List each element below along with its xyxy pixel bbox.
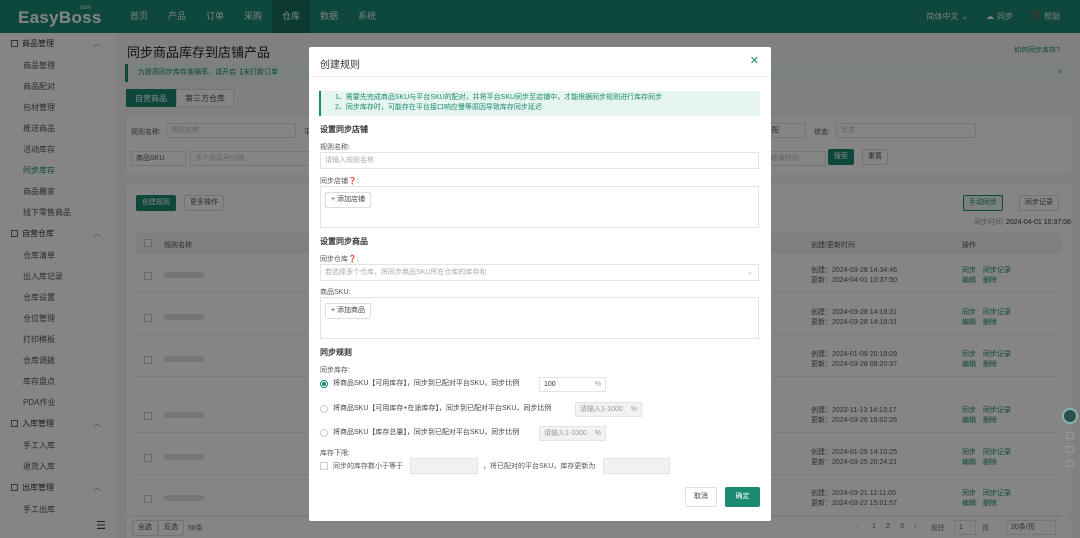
option-text: 将商品SKU【库存总量】，同步到已配对平台SKU，同步比例 — [333, 429, 520, 436]
document-icon[interactable] — [1066, 460, 1074, 467]
feedback-icon[interactable] — [1066, 446, 1074, 453]
notice-line-1: 1、需要先完成商品SKU与平台SKU的配对，并将平台SKU同步至店铺中，才能根据… — [335, 94, 663, 101]
assistant-avatar[interactable] — [1062, 408, 1078, 424]
dialog-notice: 1、需要先完成商品SKU与平台SKU的配对，并将平台SKU同步至店铺中，才能根据… — [319, 91, 760, 116]
warehouse-label: 同步仓库❓: — [320, 256, 359, 263]
close-icon[interactable]: ✕ — [750, 54, 759, 67]
floating-tools — [1061, 408, 1080, 468]
warehouse-select[interactable]: 若选择多个仓库，将同步商品SKU所在仓库的库存和 ⌄ — [320, 264, 759, 281]
radio-unselected[interactable] — [320, 405, 328, 413]
rule-name-input[interactable]: 请输入规则名称 — [320, 152, 759, 169]
ratio-input[interactable]: 请输入1-1000% — [575, 402, 642, 417]
store-area: + 添加店铺 — [320, 186, 759, 228]
ratio-placeholder: 请输入1-1000 — [580, 406, 623, 413]
option-total-stock[interactable]: 将商品SKU【库存总量】，同步到已配对平台SKU，同步比例 请输入1-1000% — [320, 426, 620, 441]
min-stock-label: 库存下限: — [320, 450, 350, 457]
min-stock-checkbox[interactable] — [320, 462, 328, 470]
percent-unit: % — [594, 381, 601, 388]
min-stock-text-b: ，将已配对的平台SKU，库存更新为 — [483, 463, 596, 470]
min-stock-threshold-input[interactable] — [410, 458, 478, 474]
confirm-button[interactable]: 确定 — [725, 487, 760, 507]
add-store-button[interactable]: + 添加店铺 — [325, 192, 372, 208]
sku-area: + 添加商品 — [320, 297, 759, 339]
radio-unselected[interactable] — [320, 429, 328, 437]
option-text: 将商品SKU【可用库存】，同步到已配对平台SKU，同步比例 — [333, 380, 520, 387]
chat-icon[interactable] — [1066, 432, 1074, 439]
stock-label: 同步库存: — [320, 367, 350, 374]
radio-selected[interactable] — [320, 380, 328, 388]
notice-line-2: 2、同步库存时，可能存在平台接口响应慢等原因导致库存同步延迟 — [335, 104, 542, 111]
section-store: 设置同步店铺 — [320, 125, 368, 134]
create-rule-dialog: 创建规则 ✕ 1、需要先完成商品SKU与平台SKU的配对，并将平台SKU同步至店… — [309, 47, 771, 521]
percent-unit: % — [594, 430, 601, 437]
warehouse-placeholder: 若选择多个仓库，将同步商品SKU所在仓库的库存和 — [325, 269, 487, 276]
store-label: 同步店铺❓: — [320, 178, 359, 185]
ratio-value: 100 — [544, 381, 556, 388]
option-available-stock[interactable]: 将商品SKU【可用库存】，同步到已配对平台SKU，同步比例 100% — [320, 377, 620, 392]
dialog-title: 创建规则 — [320, 60, 360, 71]
chevron-down-icon: ⌄ — [747, 269, 753, 276]
ratio-placeholder: 请输入1-1000 — [544, 430, 587, 437]
sku-label: 商品SKU: — [320, 289, 351, 296]
min-stock-value-input[interactable] — [603, 458, 670, 474]
min-stock-text-a: 同步的库存数小于等于 — [333, 463, 403, 470]
percent-unit: % — [630, 406, 637, 413]
add-goods-button[interactable]: + 添加商品 — [325, 303, 372, 319]
cancel-button[interactable]: 取消 — [685, 487, 717, 507]
option-text: 将商品SKU【可用库存+在途库存】，同步到已配对平台SKU，同步比例 — [333, 405, 552, 412]
ratio-input[interactable]: 100% — [539, 377, 606, 392]
section-goods: 设置同步商品 — [320, 237, 368, 246]
rule-name-label: 规则名称: — [320, 144, 350, 151]
dialog-footer: 取消 确定 — [309, 487, 771, 521]
ratio-input[interactable]: 请输入1-1000% — [539, 426, 606, 441]
option-available-transit-stock[interactable]: 将商品SKU【可用库存+在途库存】，同步到已配对平台SKU，同步比例 请输入1-… — [320, 402, 660, 417]
section-rule: 同步规则 — [320, 348, 352, 357]
dialog-header: 创建规则 ✕ — [309, 47, 771, 77]
